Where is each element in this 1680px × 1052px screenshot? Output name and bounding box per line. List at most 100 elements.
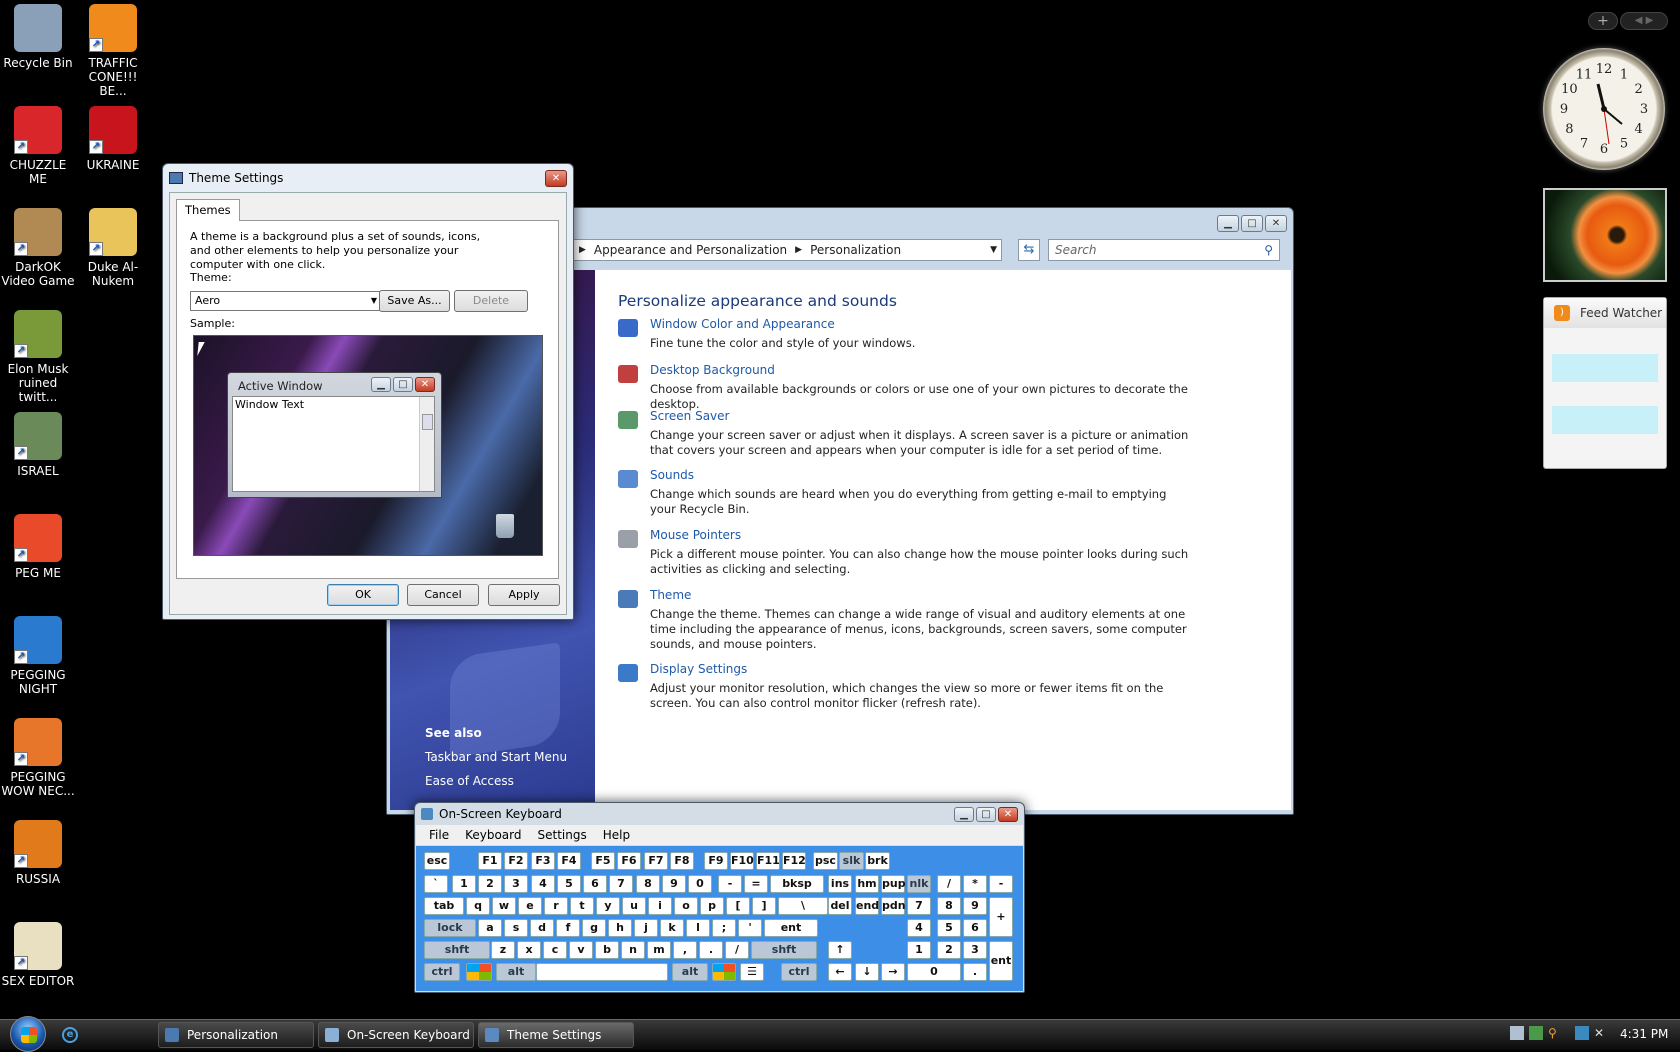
desktop-icon[interactable]: ↗ SEX EDITOR — [0, 922, 76, 988]
key[interactable]: shft — [751, 941, 817, 959]
key[interactable]: 5 — [937, 919, 961, 937]
key[interactable]: end — [855, 897, 879, 915]
taskbar-on-screen-keyboard[interactable]: On-Screen Keyboard — [318, 1022, 474, 1048]
key[interactable]: / — [937, 875, 961, 893]
item-link[interactable]: Screen Saver — [650, 409, 729, 423]
key[interactable]: esc — [424, 852, 450, 870]
desktop-icon[interactable]: ↗ UKRAINE — [75, 106, 151, 172]
tray-search-icon[interactable]: ⚲ — [1548, 1026, 1562, 1040]
start-button[interactable] — [10, 1016, 46, 1052]
menu-key-icon[interactable]: ☰ — [740, 963, 764, 981]
key[interactable]: g — [582, 919, 606, 937]
key[interactable]: t — [570, 897, 594, 915]
clock-gadget[interactable]: 12 1 2 3 4 5 6 7 8 9 10 11 — [1543, 48, 1665, 170]
address-bar[interactable]: ▶ Appearance and Personalization ▶ Perso… — [572, 239, 1002, 261]
sounds-icon[interactable] — [618, 470, 638, 488]
key[interactable]: F3 — [531, 852, 555, 870]
key[interactable]: 4 — [907, 919, 931, 937]
windows-key-icon[interactable] — [466, 963, 492, 981]
desktop-icon[interactable]: ↗ DarkOK Video Game — [0, 208, 76, 288]
key[interactable]: s — [504, 919, 528, 937]
minimize-button[interactable]: ▁ — [1217, 214, 1239, 232]
key[interactable]: del — [828, 897, 852, 915]
item-link[interactable]: Window Color and Appearance — [650, 317, 835, 331]
key[interactable]: 6 — [963, 919, 987, 937]
key[interactable]: ctrl — [424, 963, 460, 981]
theme-select[interactable]: Aero ▼ — [190, 291, 382, 311]
feed-item[interactable] — [1552, 406, 1658, 434]
desktop-icon[interactable]: ↗ PEGGING NIGHT — [0, 616, 76, 696]
desktop-icon[interactable]: ↗ PEG ME — [0, 514, 76, 580]
quick-launch-ie-icon[interactable]: e — [62, 1027, 78, 1043]
key[interactable]: u — [622, 897, 646, 915]
breadcrumb-appearance[interactable]: Appearance and Personalization — [594, 243, 787, 257]
key[interactable]: 3 — [963, 941, 987, 959]
menu-help[interactable]: Help — [603, 825, 630, 845]
key[interactable]: - — [989, 875, 1013, 893]
search-icon[interactable]: ⚲ — [1264, 240, 1273, 260]
display-icon[interactable] — [618, 664, 638, 682]
feed-item[interactable] — [1552, 354, 1658, 382]
key[interactable]: . — [963, 963, 987, 981]
cancel-button[interactable]: Cancel — [407, 584, 479, 606]
link-ease-of-access[interactable]: Ease of Access — [425, 774, 514, 788]
feed-watcher-gadget[interactable]: ) Feed Watcher — [1543, 297, 1667, 469]
desktop-icon[interactable]: ↗ PEGGING WOW NEC... — [0, 718, 76, 798]
delete-button[interactable]: Delete — [454, 290, 528, 312]
key[interactable]: ent — [764, 919, 818, 937]
taskbar-theme-settings[interactable]: Theme Settings — [478, 1022, 634, 1048]
desktop-icon[interactable]: ↗ Elon Musk ruined twitt... — [0, 310, 76, 404]
key[interactable]: 4 — [531, 875, 555, 893]
ok-button[interactable]: OK — [327, 584, 399, 606]
key[interactable]: ↑ — [828, 941, 852, 959]
key[interactable]: 1 — [907, 941, 931, 959]
save-as-button[interactable]: Save As... — [379, 290, 450, 312]
key[interactable]: d — [530, 919, 554, 937]
apply-button[interactable]: Apply — [488, 584, 560, 606]
sidebar-add-gadget-button[interactable]: + — [1588, 12, 1618, 30]
slideshow-gadget[interactable] — [1543, 188, 1667, 282]
maximize-button[interactable]: □ — [1241, 214, 1263, 232]
desktop-icon[interactable]: ↗ RUSSIA — [0, 820, 76, 886]
key[interactable]: F5 — [591, 852, 615, 870]
key[interactable]: r — [544, 897, 568, 915]
key[interactable]: = — [744, 875, 768, 893]
theme-icon[interactable] — [618, 590, 638, 608]
space-key[interactable] — [536, 963, 668, 981]
key[interactable]: p — [700, 897, 724, 915]
key[interactable]: F1 — [478, 852, 502, 870]
key[interactable]: brk — [865, 852, 890, 870]
close-button[interactable]: ✕ — [545, 169, 567, 187]
key[interactable]: tab — [424, 897, 464, 915]
key[interactable]: slk — [839, 852, 864, 870]
key[interactable]: pdn — [881, 897, 906, 915]
desktop-icon[interactable]: ↗ ISRAEL — [0, 412, 76, 478]
link-taskbar-start-menu[interactable]: Taskbar and Start Menu — [425, 750, 567, 764]
desktop-icon[interactable]: ↗ Duke Al-Nukem — [75, 208, 151, 288]
key[interactable]: F10 — [730, 852, 754, 870]
key[interactable]: j — [634, 919, 658, 937]
key[interactable]: . — [699, 941, 723, 959]
key[interactable]: 8 — [937, 897, 961, 915]
key[interactable]: + — [989, 897, 1013, 937]
key[interactable]: alt — [672, 963, 708, 981]
key[interactable]: , — [673, 941, 697, 959]
tray-network-icon[interactable] — [1575, 1026, 1589, 1040]
key[interactable]: F9 — [704, 852, 728, 870]
key[interactable]: ↓ — [855, 963, 879, 981]
key[interactable]: 9 — [963, 897, 987, 915]
desktop-background-icon[interactable] — [618, 365, 638, 383]
key[interactable]: y — [596, 897, 620, 915]
key[interactable]: q — [466, 897, 490, 915]
key[interactable]: f — [556, 919, 580, 937]
key[interactable]: F7 — [644, 852, 668, 870]
key[interactable]: → — [881, 963, 905, 981]
key[interactable]: 7 — [907, 897, 931, 915]
key[interactable]: w — [492, 897, 516, 915]
key[interactable]: 1 — [452, 875, 476, 893]
close-button[interactable]: ✕ — [998, 806, 1018, 822]
search-input[interactable]: Search — [1055, 243, 1097, 257]
key[interactable]: ← — [828, 963, 852, 981]
item-link[interactable]: Theme — [650, 588, 691, 602]
key[interactable]: m — [647, 941, 671, 959]
